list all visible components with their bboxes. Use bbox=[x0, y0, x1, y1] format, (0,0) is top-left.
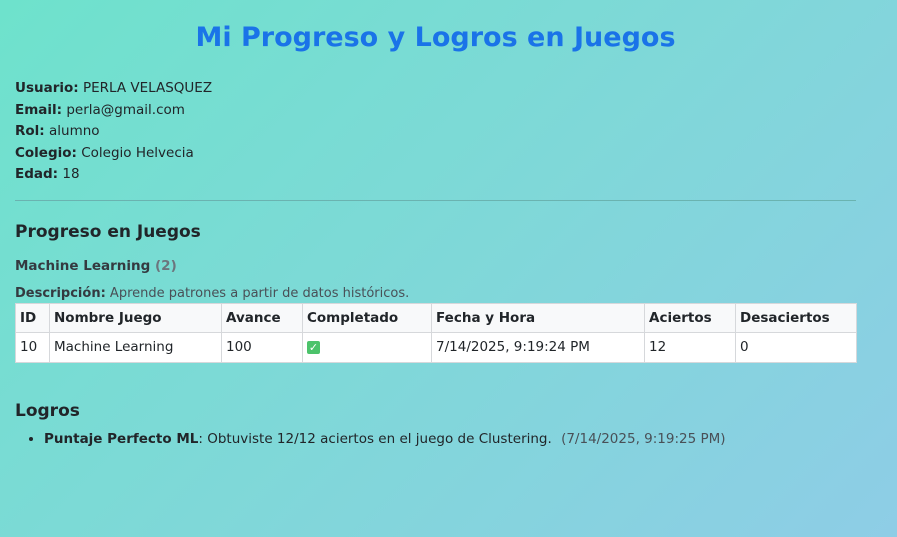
game-group-name: Machine Learning bbox=[15, 257, 151, 274]
page-title: Mi Progreso y Logros en Juegos bbox=[195, 22, 676, 53]
achievement-text: : Obtuviste 12/12 aciertos en el juego d… bbox=[198, 430, 552, 447]
achievement-date: (7/14/2025, 9:19:25 PM) bbox=[561, 430, 726, 447]
progress-page: Mi Progreso y Logros en Juegos Usuario: … bbox=[0, 0, 897, 537]
progress-table: ID Nombre Juego Avance Completado Fecha … bbox=[15, 302, 857, 363]
column-header-fecha: Fecha y Hora bbox=[431, 302, 645, 333]
role-label: Rol: bbox=[15, 123, 45, 140]
game-group-count: (2) bbox=[155, 257, 177, 274]
column-header-id: ID bbox=[15, 302, 50, 333]
user-info-age: Edad: 18 bbox=[15, 164, 856, 186]
column-header-name: Nombre Juego bbox=[49, 302, 222, 333]
game-description: Descripción: Aprende patrones a partir d… bbox=[15, 285, 856, 303]
column-header-desaciertos: Desaciertos bbox=[735, 302, 857, 333]
role-value: alumno bbox=[49, 123, 100, 140]
column-header-aciertos: Aciertos bbox=[644, 302, 736, 333]
email-value: perla@gmail.com bbox=[66, 101, 185, 118]
age-value: 18 bbox=[62, 166, 80, 183]
achievements-section-title: Logros bbox=[15, 400, 80, 421]
cell-fecha: 7/14/2025, 9:19:24 PM bbox=[431, 331, 645, 363]
achievement-name: Puntaje Perfecto ML bbox=[44, 430, 199, 447]
progress-section-title: Progreso en Juegos bbox=[15, 221, 201, 242]
description-text: Aprende patrones a partir de datos histó… bbox=[109, 285, 410, 301]
section-divider bbox=[15, 199, 856, 201]
table-row: 10 Machine Learning 100 ✓ 7/14/2025, 9:1… bbox=[15, 331, 857, 363]
user-info: Usuario: PERLA VELASQUEZ Email: perla@gm… bbox=[15, 78, 856, 186]
username-value: PERLA VELASQUEZ bbox=[82, 80, 213, 96]
list-item: Puntaje Perfecto ML: Obtuviste 12/12 aci… bbox=[44, 430, 856, 448]
age-label: Edad: bbox=[15, 166, 59, 183]
school-value: Colegio Helvecia bbox=[81, 144, 194, 161]
achievements-list: Puntaje Perfecto ML: Obtuviste 12/12 aci… bbox=[15, 430, 856, 448]
user-info-username: Usuario: PERLA VELASQUEZ bbox=[15, 78, 856, 100]
cell-desaciertos: 0 bbox=[735, 331, 857, 363]
school-label: Colegio: bbox=[15, 144, 77, 161]
column-header-avance: Avance bbox=[221, 302, 303, 333]
user-info-school: Colegio: Colegio Helvecia bbox=[15, 143, 856, 165]
column-header-completado: Completado bbox=[302, 302, 432, 333]
cell-name: Machine Learning bbox=[49, 331, 222, 363]
email-label: Email: bbox=[15, 101, 63, 118]
cell-avance: 100 bbox=[221, 331, 303, 363]
username-label: Usuario: bbox=[15, 80, 79, 96]
user-info-email: Email: perla@gmail.com bbox=[15, 100, 856, 122]
cell-aciertos: 12 bbox=[644, 331, 736, 363]
game-group-heading: Machine Learning (2) bbox=[15, 257, 856, 275]
description-label: Descripción: bbox=[15, 285, 106, 301]
cell-id: 10 bbox=[15, 331, 50, 363]
cell-completado: ✓ bbox=[302, 331, 432, 363]
table-header-row: ID Nombre Juego Avance Completado Fecha … bbox=[15, 302, 857, 333]
user-info-role: Rol: alumno bbox=[15, 121, 856, 143]
check-icon: ✓ bbox=[307, 340, 320, 354]
